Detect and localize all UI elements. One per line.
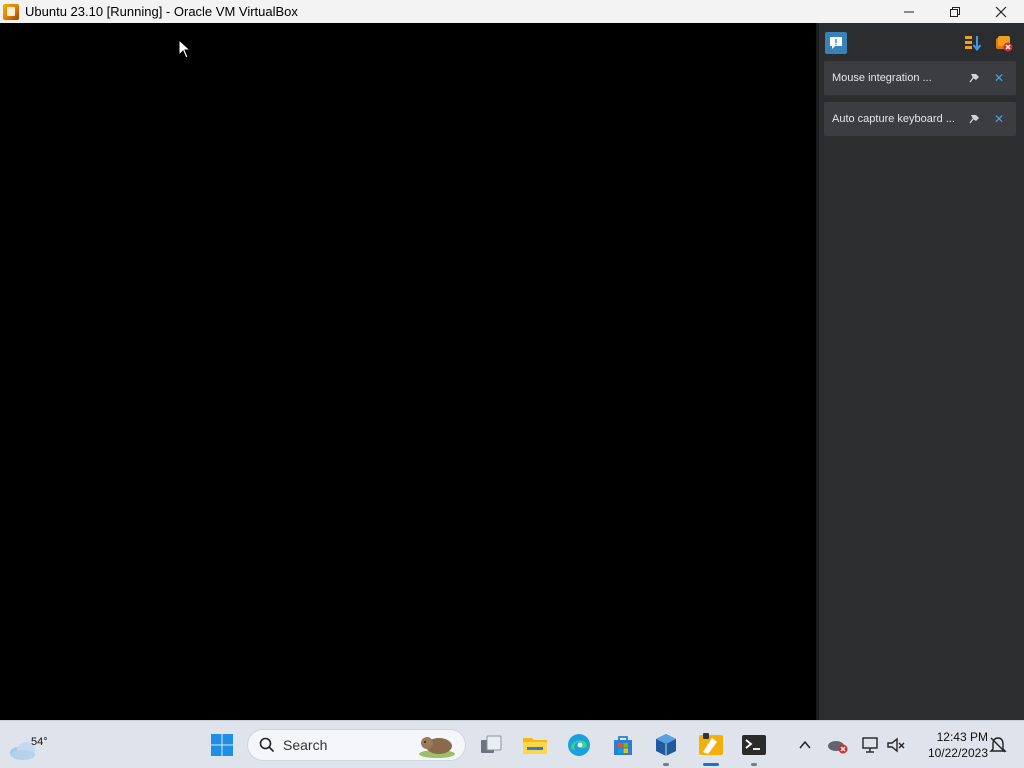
- edge-icon: [568, 734, 590, 756]
- window-title: Ubuntu 23.10 [Running] - Oracle VM Virtu…: [25, 4, 298, 19]
- volume-tray-button[interactable]: [882, 729, 910, 761]
- notification-mouse-integration[interactable]: Mouse integration ... ✕: [824, 61, 1016, 95]
- restore-button[interactable]: [932, 0, 978, 23]
- clear-all-icon[interactable]: [994, 33, 1014, 53]
- terminal-button[interactable]: [738, 729, 770, 761]
- start-button[interactable]: [206, 729, 238, 761]
- store-button[interactable]: [607, 729, 639, 761]
- notification-text: Auto capture keyboard ...: [832, 113, 955, 125]
- file-explorer-icon: [523, 738, 547, 754]
- close-button[interactable]: [978, 0, 1024, 23]
- weather-widget[interactable]: 54°: [8, 729, 48, 763]
- running-indicator: [751, 763, 757, 766]
- edge-button[interactable]: [563, 729, 595, 761]
- search-highlight-animal-icon: [419, 737, 455, 758]
- mouse-cursor-icon: [178, 39, 192, 59]
- search-label: Search: [283, 737, 328, 753]
- notification-auto-capture-keyboard[interactable]: Auto capture keyboard ... ✕: [824, 102, 1016, 136]
- onedrive-tray-button[interactable]: [824, 729, 852, 761]
- network-icon: [862, 737, 878, 753]
- pin-icon[interactable]: [969, 72, 981, 84]
- notification-toolbar: [819, 23, 1024, 61]
- terminal-icon: [742, 735, 766, 755]
- file-explorer-button[interactable]: [519, 729, 551, 761]
- close-icon[interactable]: ✕: [992, 71, 1006, 85]
- taskbar-clock[interactable]: 12:43 PM 10/22/2023: [912, 729, 988, 761]
- virtualbox-icon[interactable]: [3, 3, 19, 20]
- taskbar: 54° Search 12:43 PM 10/22/2023: [0, 720, 1024, 768]
- virtualbox-manager-button[interactable]: [650, 729, 682, 761]
- show-hidden-icons-button[interactable]: [790, 729, 820, 761]
- minimize-icon: [904, 11, 914, 12]
- network-tray-button[interactable]: [856, 729, 884, 761]
- active-app-indicator: [703, 763, 719, 766]
- clock-date: 10/22/2023: [927, 746, 988, 760]
- notifications-tray-button[interactable]: [984, 729, 1012, 761]
- window-controls: [886, 0, 1024, 23]
- close-icon: [995, 6, 1007, 17]
- notification-center-icon[interactable]: [825, 32, 847, 54]
- weather-temperature: 54°: [31, 736, 48, 748]
- virtualbox-vm-button[interactable]: [695, 729, 727, 761]
- onedrive-error-icon: [828, 741, 848, 754]
- sort-icon[interactable]: [963, 33, 983, 53]
- clock-time: 12:43 PM: [936, 730, 988, 744]
- task-view-icon: [481, 735, 502, 753]
- close-icon[interactable]: ✕: [992, 112, 1006, 126]
- chevron-up-icon: [799, 740, 811, 749]
- virtualbox-manager-icon: [656, 734, 676, 756]
- notification-center-panel: Mouse integration ... ✕ Auto capture key…: [816, 23, 1024, 720]
- windows-start-icon: [211, 734, 233, 756]
- notifications-icon: [989, 737, 1007, 753]
- window-title-bar[interactable]: Ubuntu 23.10 [Running] - Oracle VM Virtu…: [0, 0, 1024, 23]
- task-view-button[interactable]: [475, 729, 507, 761]
- pin-icon[interactable]: [969, 113, 981, 125]
- running-indicator: [663, 763, 669, 766]
- restore-icon: [950, 6, 960, 17]
- minimize-button[interactable]: [886, 0, 932, 23]
- vm-display[interactable]: [0, 23, 816, 720]
- notification-text: Mouse integration ...: [832, 72, 932, 84]
- search-icon: [259, 737, 275, 753]
- virtualbox-vm-icon: [699, 733, 723, 755]
- speaker-muted-icon: [887, 737, 905, 753]
- store-icon: [614, 736, 632, 755]
- taskbar-search-box[interactable]: Search: [247, 729, 466, 761]
